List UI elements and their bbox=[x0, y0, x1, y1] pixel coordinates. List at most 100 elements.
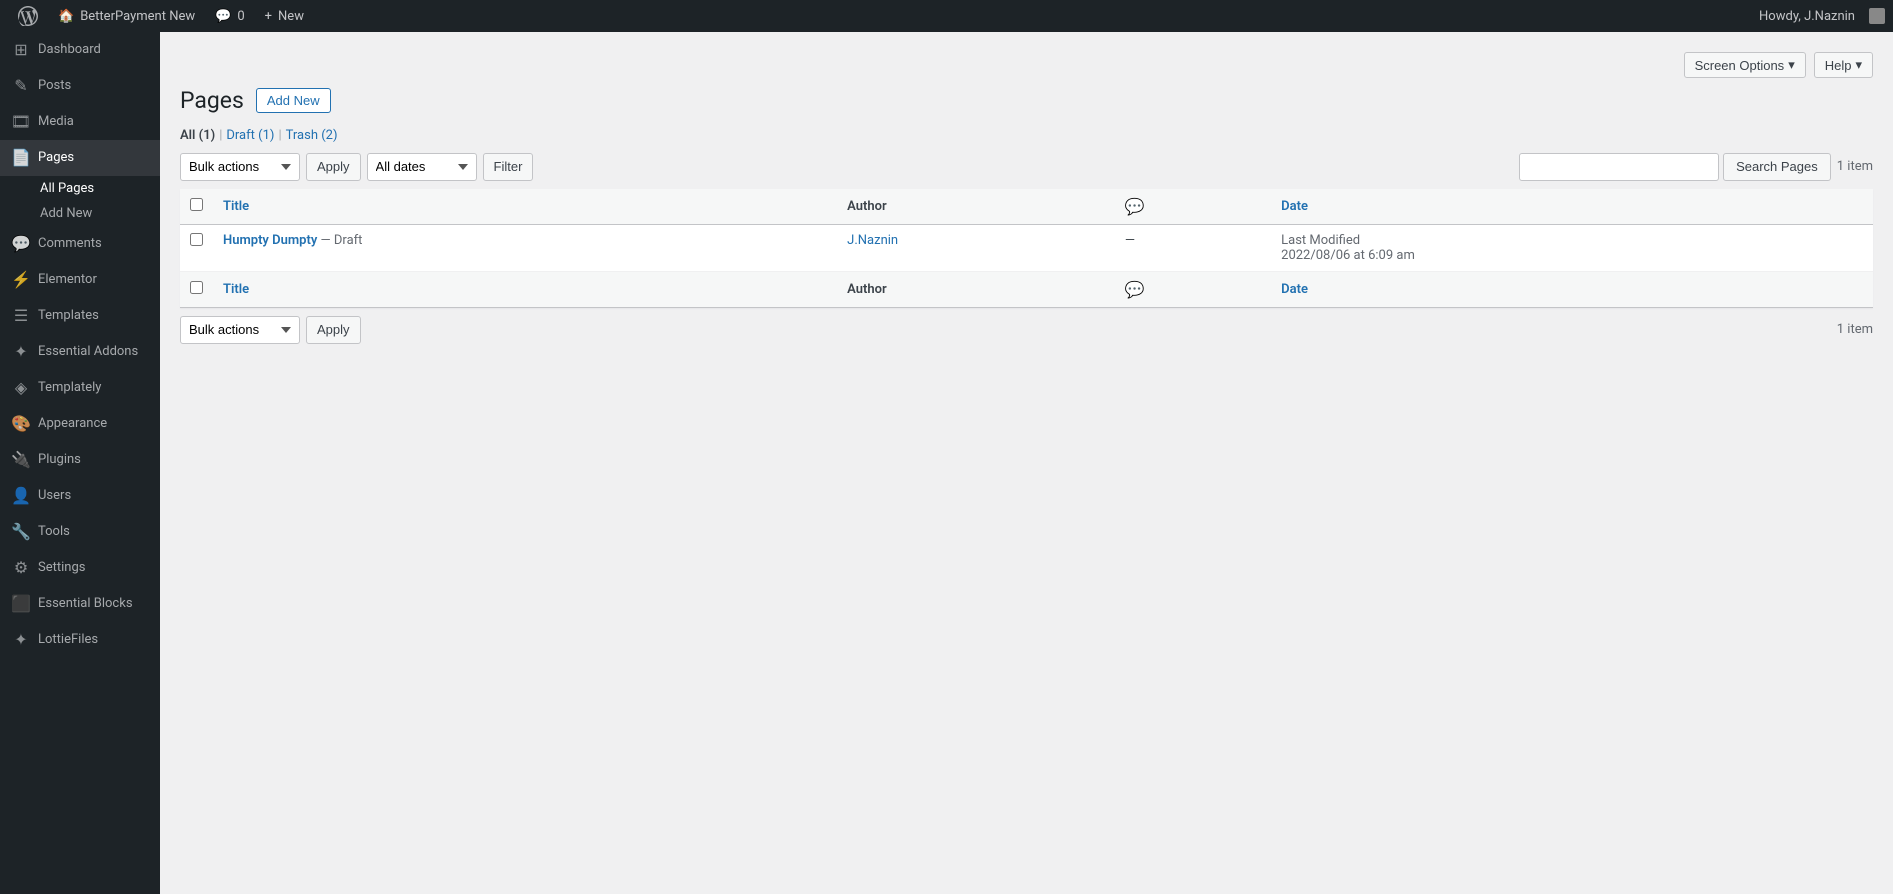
screen-options-button[interactable]: Screen Options ▾ bbox=[1684, 52, 1806, 78]
add-new-sub-label: Add New bbox=[40, 206, 92, 221]
sidebar-item-label: Templates bbox=[38, 307, 99, 325]
author-link[interactable]: J.Naznin bbox=[847, 233, 898, 248]
sidebar-item-label: Pages bbox=[38, 149, 74, 167]
site-name-button[interactable]: 🏠 BetterPayment New bbox=[48, 0, 205, 32]
sidebar-item-posts[interactable]: ✎ Posts bbox=[0, 68, 160, 104]
add-new-button[interactable]: Add New bbox=[256, 88, 331, 113]
bulk-actions-select-bottom[interactable]: Bulk actions bbox=[180, 316, 300, 344]
settings-icon: ⚙ bbox=[12, 559, 30, 577]
item-count-bottom: 1 item bbox=[1837, 322, 1873, 337]
toolbar-top: Bulk actions Apply All dates Filter Sear… bbox=[180, 153, 1873, 181]
admin-bar: 🏠 BetterPayment New 💬 0 + New Howdy, J.N… bbox=[0, 0, 1893, 32]
date-footer-sort-link[interactable]: Date bbox=[1281, 282, 1308, 297]
elementor-icon: ⚡ bbox=[12, 271, 30, 289]
sidebar-item-label: Appearance bbox=[38, 415, 107, 433]
sidebar-item-templately[interactable]: ◈ Templately bbox=[0, 370, 160, 406]
title-footer-header: Title bbox=[213, 271, 837, 307]
filter-trash-link[interactable]: Trash (2) bbox=[286, 128, 338, 143]
sidebar-item-label: Users bbox=[38, 487, 71, 505]
dates-select[interactable]: All dates bbox=[367, 153, 477, 181]
page-title-link[interactable]: Humpty Dumpty bbox=[223, 233, 317, 248]
page-heading: Pages Add New bbox=[180, 86, 1873, 116]
sidebar-item-users[interactable]: 👤 Users bbox=[0, 478, 160, 514]
top-bar: Screen Options ▾ Help ▾ bbox=[180, 52, 1873, 78]
sidebar-item-label: Essential Blocks bbox=[38, 595, 133, 613]
sidebar-item-media[interactable]: 🎞 Media bbox=[0, 104, 160, 140]
page-title: Pages bbox=[180, 86, 244, 116]
new-content-button[interactable]: + New bbox=[255, 0, 314, 32]
all-pages-label: All Pages bbox=[40, 181, 94, 196]
title-footer-sort-link[interactable]: Title bbox=[223, 282, 249, 297]
author-column-header: Author bbox=[837, 189, 1115, 225]
apply-button-top[interactable]: Apply bbox=[306, 153, 361, 181]
apply-button-bottom[interactable]: Apply bbox=[306, 316, 361, 344]
sidebar-item-settings[interactable]: ⚙ Settings bbox=[0, 550, 160, 586]
sidebar-item-plugins[interactable]: 🔌 Plugins bbox=[0, 442, 160, 478]
sidebar-item-label: Dashboard bbox=[38, 41, 101, 59]
chevron-down-icon: ▾ bbox=[1855, 57, 1862, 73]
sidebar-item-elementor[interactable]: ⚡ Elementor bbox=[0, 262, 160, 298]
site-icon: 🏠 bbox=[58, 9, 74, 24]
comments-icon: 💬 bbox=[12, 235, 30, 253]
sidebar-item-essential-addons[interactable]: ✦ Essential Addons bbox=[0, 334, 160, 370]
search-pages-button[interactable]: Search Pages bbox=[1723, 153, 1831, 181]
sidebar-item-label: Essential Addons bbox=[38, 343, 138, 361]
filter-button[interactable]: Filter bbox=[483, 153, 534, 181]
comments-button[interactable]: 💬 0 bbox=[205, 0, 255, 32]
toolbar-bottom: Bulk actions Apply 1 item bbox=[180, 316, 1873, 344]
sidebar-item-templates[interactable]: ☰ Templates bbox=[0, 298, 160, 334]
filter-links: All (1) | Draft (1) | Trash (2) bbox=[180, 128, 1873, 143]
date-value: 2022/08/06 at 6:09 am bbox=[1281, 248, 1415, 263]
sidebar-subitem-add-new[interactable]: Add New bbox=[0, 201, 160, 226]
row-checkbox-cell bbox=[180, 224, 213, 271]
select-all-footer-checkbox[interactable] bbox=[190, 281, 203, 294]
media-icon: 🎞 bbox=[12, 113, 30, 131]
sidebar-item-dashboard[interactable]: ⊞ Dashboard bbox=[0, 32, 160, 68]
filter-sep-2: | bbox=[278, 128, 281, 143]
date-sort-link[interactable]: Date bbox=[1281, 199, 1308, 214]
title-column-header: Title bbox=[213, 189, 837, 225]
row-checkbox[interactable] bbox=[190, 233, 203, 246]
sidebar-item-essential-blocks[interactable]: ⬛ Essential Blocks bbox=[0, 586, 160, 622]
help-button[interactable]: Help ▾ bbox=[1814, 52, 1873, 78]
filter-draft-link[interactable]: Draft (1) bbox=[226, 128, 274, 143]
select-all-checkbox[interactable] bbox=[190, 198, 203, 211]
comments-column-header: 💬 bbox=[1115, 189, 1271, 225]
pages-table: Title Author 💬 Date Humpty Dumpty — Draf bbox=[180, 189, 1873, 308]
comments-value: — bbox=[1125, 233, 1135, 248]
row-date-cell: Last Modified 2022/08/06 at 6:09 am bbox=[1271, 224, 1873, 271]
draft-label: — Draft bbox=[321, 233, 363, 248]
dashboard-icon: ⊞ bbox=[12, 41, 30, 59]
user-avatar bbox=[1869, 8, 1885, 24]
title-sort-link[interactable]: Title bbox=[223, 199, 249, 214]
sidebar-item-comments[interactable]: 💬 Comments bbox=[0, 226, 160, 262]
sidebar-item-appearance[interactable]: 🎨 Appearance bbox=[0, 406, 160, 442]
row-author-cell: J.Naznin bbox=[837, 224, 1115, 271]
appearance-icon: 🎨 bbox=[12, 415, 30, 433]
lottiefiles-icon: ✦ bbox=[12, 631, 30, 649]
bulk-actions-select-top[interactable]: Bulk actions bbox=[180, 153, 300, 181]
comments-footer-icon: 💬 bbox=[1125, 280, 1145, 299]
sidebar-item-label: Tools bbox=[38, 523, 70, 541]
chevron-down-icon: ▾ bbox=[1788, 57, 1795, 73]
search-input[interactable] bbox=[1519, 153, 1719, 181]
screen-options-label: Screen Options bbox=[1695, 58, 1785, 73]
sidebar-item-pages[interactable]: 📄 Pages bbox=[0, 140, 160, 176]
sidebar-item-lottiefiles[interactable]: ✦ LottieFiles bbox=[0, 622, 160, 658]
wp-logo-button[interactable] bbox=[8, 0, 48, 32]
sidebar-subitem-all-pages[interactable]: All Pages bbox=[0, 176, 160, 201]
plus-icon: + bbox=[265, 9, 272, 24]
sidebar-item-label: Plugins bbox=[38, 451, 81, 469]
sidebar: ⊞ Dashboard ✎ Posts 🎞 Media 📄 Pages All … bbox=[0, 32, 160, 894]
filter-all-link[interactable]: All (1) bbox=[180, 128, 215, 143]
comments-count: 0 bbox=[237, 9, 244, 24]
main-content: Screen Options ▾ Help ▾ Pages Add New Al… bbox=[160, 32, 1893, 894]
howdy-text: Howdy, J.Naznin bbox=[1749, 9, 1865, 24]
row-comments-cell: — bbox=[1115, 224, 1271, 271]
date-column-header: Date bbox=[1271, 189, 1873, 225]
sidebar-item-tools[interactable]: 🔧 Tools bbox=[0, 514, 160, 550]
comments-icon: 💬 bbox=[215, 9, 231, 24]
plugins-icon: 🔌 bbox=[12, 451, 30, 469]
templately-icon: ◈ bbox=[12, 379, 30, 397]
comments-footer-header: 💬 bbox=[1115, 271, 1271, 307]
